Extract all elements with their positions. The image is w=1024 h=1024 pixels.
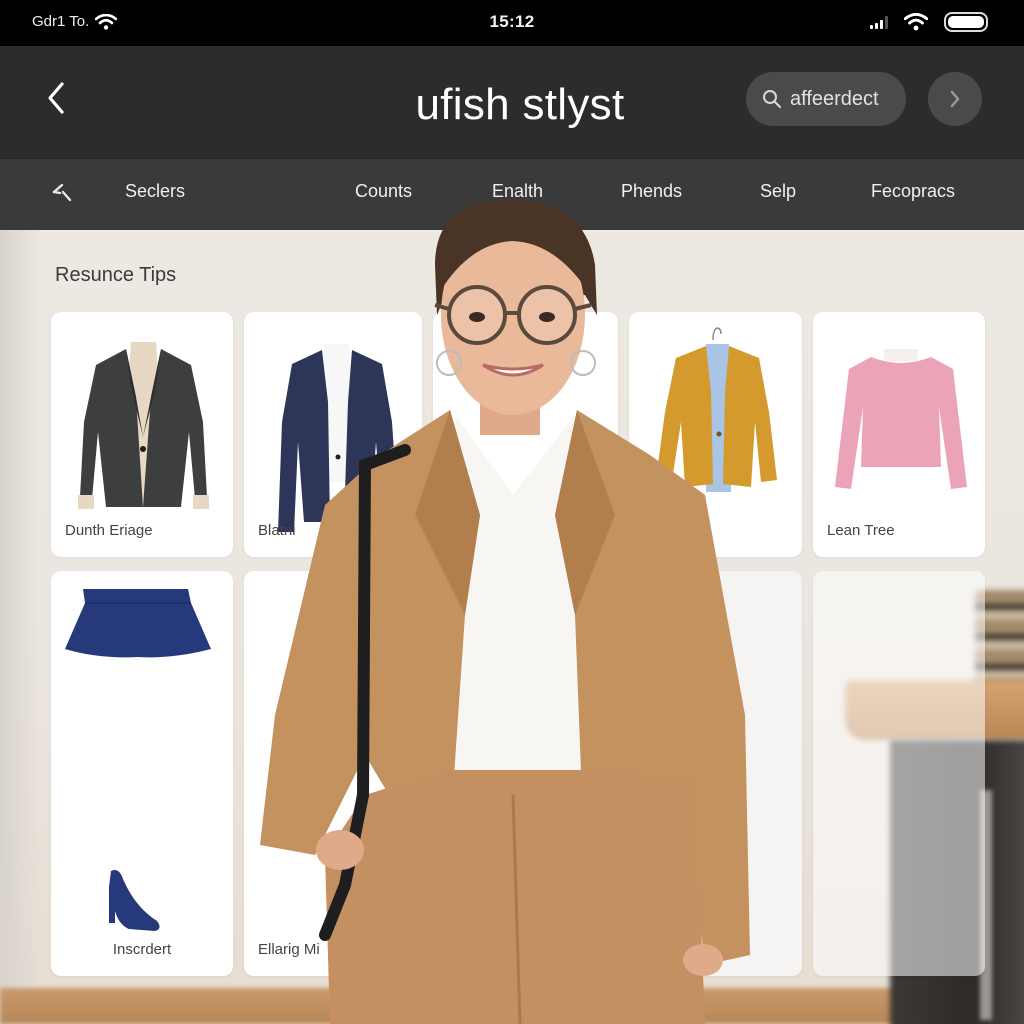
- search-field[interactable]: [746, 72, 906, 126]
- pink-sweater-image: [835, 349, 967, 489]
- search-input[interactable]: [790, 87, 900, 111]
- background-blur: [0, 230, 40, 1024]
- status-right: [870, 12, 988, 32]
- chevron-right-icon: [950, 90, 960, 108]
- tab-fecopracs[interactable]: Fecopracs: [871, 181, 955, 202]
- model-person-image: [260, 200, 750, 1024]
- wifi-icon: [904, 13, 928, 31]
- app-screen: Gdr1 To. 15:12 ufish stlyst affeerdect S…: [0, 0, 1024, 1024]
- status-bar: Gdr1 To. 15:12: [0, 0, 1024, 46]
- product-card[interactable]: [813, 571, 985, 976]
- forward-button[interactable]: [928, 72, 982, 126]
- card-label: Inscrdert: [112, 941, 172, 958]
- magic-wand-icon[interactable]: [50, 179, 76, 205]
- product-card[interactable]: Lean Tree: [813, 312, 985, 557]
- card-label: Dunth Eriage: [65, 522, 153, 539]
- signal-icon: [870, 15, 888, 29]
- charcoal-blazer-image: [78, 342, 209, 509]
- back-button[interactable]: [36, 78, 76, 118]
- tab-seclers[interactable]: Seclers: [125, 181, 185, 202]
- page-title: ufish stlyst: [415, 80, 625, 129]
- battery-icon: [944, 12, 988, 32]
- navy-skirt-image: [65, 589, 211, 658]
- app-header: ufish stlyst: [0, 46, 1024, 158]
- search-icon: [763, 90, 782, 109]
- section-title: Resunce Tips: [55, 264, 177, 286]
- card-label: Lean Tree: [827, 522, 895, 539]
- chevron-left-icon: [48, 82, 64, 114]
- tab-selp[interactable]: Selp: [760, 181, 796, 202]
- navy-pump-image: [109, 870, 160, 931]
- product-card[interactable]: Inscrdert: [51, 571, 233, 976]
- product-card[interactable]: Dunth Eriage: [51, 312, 233, 557]
